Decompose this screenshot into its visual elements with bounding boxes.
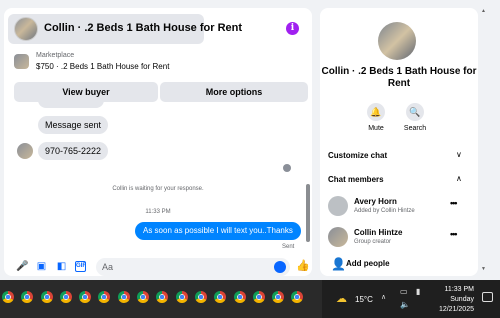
chrome-icon[interactable]: [79, 291, 92, 303]
clock-date[interactable]: 12/21/2025: [434, 306, 474, 313]
system-tray: ☁ 15°C ∧ ▭ ▮ 🔈 11:33 PM Sunday 12/21/202…: [322, 280, 500, 318]
message-input-placeholder: Aa: [102, 262, 114, 272]
bell-icon[interactable]: 🔔: [367, 103, 385, 121]
clock-time[interactable]: 11:33 PM: [434, 286, 474, 293]
member-name[interactable]: Collin Hintze: [354, 228, 402, 237]
chrome-icon[interactable]: [252, 291, 265, 303]
chevron-down-icon[interactable]: ∨: [456, 150, 462, 159]
temperature[interactable]: 15°C: [355, 295, 373, 304]
chrome-icon[interactable]: [137, 291, 150, 303]
listing-price-title: $750 · .2 Beds 1 Bath House for Rent: [36, 62, 170, 71]
chrome-icon[interactable]: [2, 291, 14, 303]
chrome-icon[interactable]: [40, 291, 53, 303]
photo-icon[interactable]: ▣: [36, 261, 47, 272]
emoji-icon[interactable]: [274, 261, 286, 273]
message-list: Message sent 970-765-2222 Collin is wait…: [4, 100, 304, 254]
message-timestamp: 11:33 PM: [145, 209, 171, 215]
add-people-button[interactable]: Add people: [346, 259, 390, 268]
page-scrollbar[interactable]: ▲ ▼: [480, 8, 490, 276]
volume-icon[interactable]: 🔈: [400, 300, 410, 309]
gif-icon[interactable]: GIF: [75, 261, 86, 272]
more-options-button[interactable]: More options: [160, 82, 308, 102]
chrome-icon[interactable]: [194, 291, 207, 303]
battery-icon[interactable]: ▮: [416, 287, 420, 296]
chat-avatar: [14, 17, 38, 41]
member-subtitle: Group creator: [354, 239, 392, 245]
member-name[interactable]: Avery Horn: [354, 197, 397, 206]
member-subtitle: Added by Collin Hintze: [354, 208, 415, 214]
sender-avatar: [17, 143, 33, 159]
message-input[interactable]: Aa: [96, 258, 290, 276]
chrome-icon[interactable]: [98, 291, 111, 303]
chat-header[interactable]: Collin · .2 Beds 1 Bath House for Rent: [8, 14, 242, 44]
chrome-icon[interactable]: [117, 291, 130, 303]
conversation-name: Collin · .2 Beds 1 Bath House for Rent: [321, 66, 477, 89]
search-icon[interactable]: 🔍: [406, 103, 424, 121]
scrollbar-thumb[interactable]: [306, 184, 310, 242]
chrome-icon[interactable]: [21, 291, 34, 303]
chevron-up-icon[interactable]: ∧: [456, 174, 462, 183]
scroll-down-icon[interactable]: ▼: [481, 266, 486, 272]
search-label[interactable]: Search: [395, 125, 435, 132]
incoming-message: 970-765-2222: [38, 142, 109, 160]
chrome-icon[interactable]: [214, 291, 227, 303]
read-receipt-avatar: [283, 164, 291, 172]
message-composer: 🎤 ▣ ◧ GIF Aa 👍: [4, 256, 312, 276]
conversation-avatar: [378, 22, 416, 60]
chat-title: Collin · .2 Beds 1 Bath House for Rent: [44, 22, 243, 34]
conversation-info-panel: Collin · .2 Beds 1 Bath House for Rent 🔔…: [320, 8, 478, 276]
scroll-up-icon[interactable]: ▲: [481, 8, 486, 14]
incoming-message: Message sent: [38, 116, 109, 134]
network-icon[interactable]: ▭: [400, 287, 408, 296]
marketplace-listing[interactable]: Marketplace $750 · .2 Beds 1 Bath House …: [8, 48, 308, 80]
weather-icon[interactable]: ☁: [336, 292, 347, 305]
listing-label: Marketplace: [36, 52, 75, 59]
mute-label[interactable]: Mute: [356, 125, 396, 132]
chevron-up-icon[interactable]: ∧: [381, 293, 386, 301]
chat-members-row[interactable]: Chat members: [328, 175, 384, 184]
chrome-icon[interactable]: [233, 291, 246, 303]
message-bubble-partial: [38, 100, 104, 108]
chat-scrollbar[interactable]: [305, 108, 311, 274]
chrome-icon[interactable]: [291, 291, 304, 303]
listing-thumbnail: [14, 54, 29, 69]
more-icon[interactable]: •••: [450, 198, 458, 208]
chat-panel: Collin · .2 Beds 1 Bath House for Rent i…: [4, 8, 312, 276]
info-icon[interactable]: i: [286, 22, 299, 35]
waiting-notice: Collin is waiting for your response.: [112, 186, 204, 192]
taskbar-apps: [2, 290, 318, 304]
taskbar: ☁ 15°C ∧ ▭ ▮ 🔈 11:33 PM Sunday 12/21/202…: [0, 280, 500, 318]
customize-chat-row[interactable]: Customize chat: [328, 151, 387, 160]
view-buyer-button[interactable]: View buyer: [14, 82, 158, 102]
add-people-icon[interactable]: 👤: [331, 258, 346, 270]
notification-icon[interactable]: [482, 292, 493, 302]
chrome-icon[interactable]: [156, 291, 169, 303]
clock-day[interactable]: Sunday: [434, 296, 474, 303]
message-status: Sent: [282, 244, 295, 250]
chrome-icon[interactable]: [272, 291, 285, 303]
member-avatar: [328, 196, 348, 216]
sticker-icon[interactable]: ◧: [56, 261, 67, 272]
outgoing-message: As soon as possible I will text you..Tha…: [135, 222, 301, 240]
mic-icon[interactable]: 🎤: [16, 261, 28, 272]
more-icon[interactable]: •••: [450, 229, 458, 239]
chrome-icon[interactable]: [59, 291, 72, 303]
member-avatar: [328, 227, 348, 247]
thumbs-up-icon[interactable]: 👍: [296, 261, 310, 272]
chrome-icon[interactable]: [175, 291, 188, 303]
